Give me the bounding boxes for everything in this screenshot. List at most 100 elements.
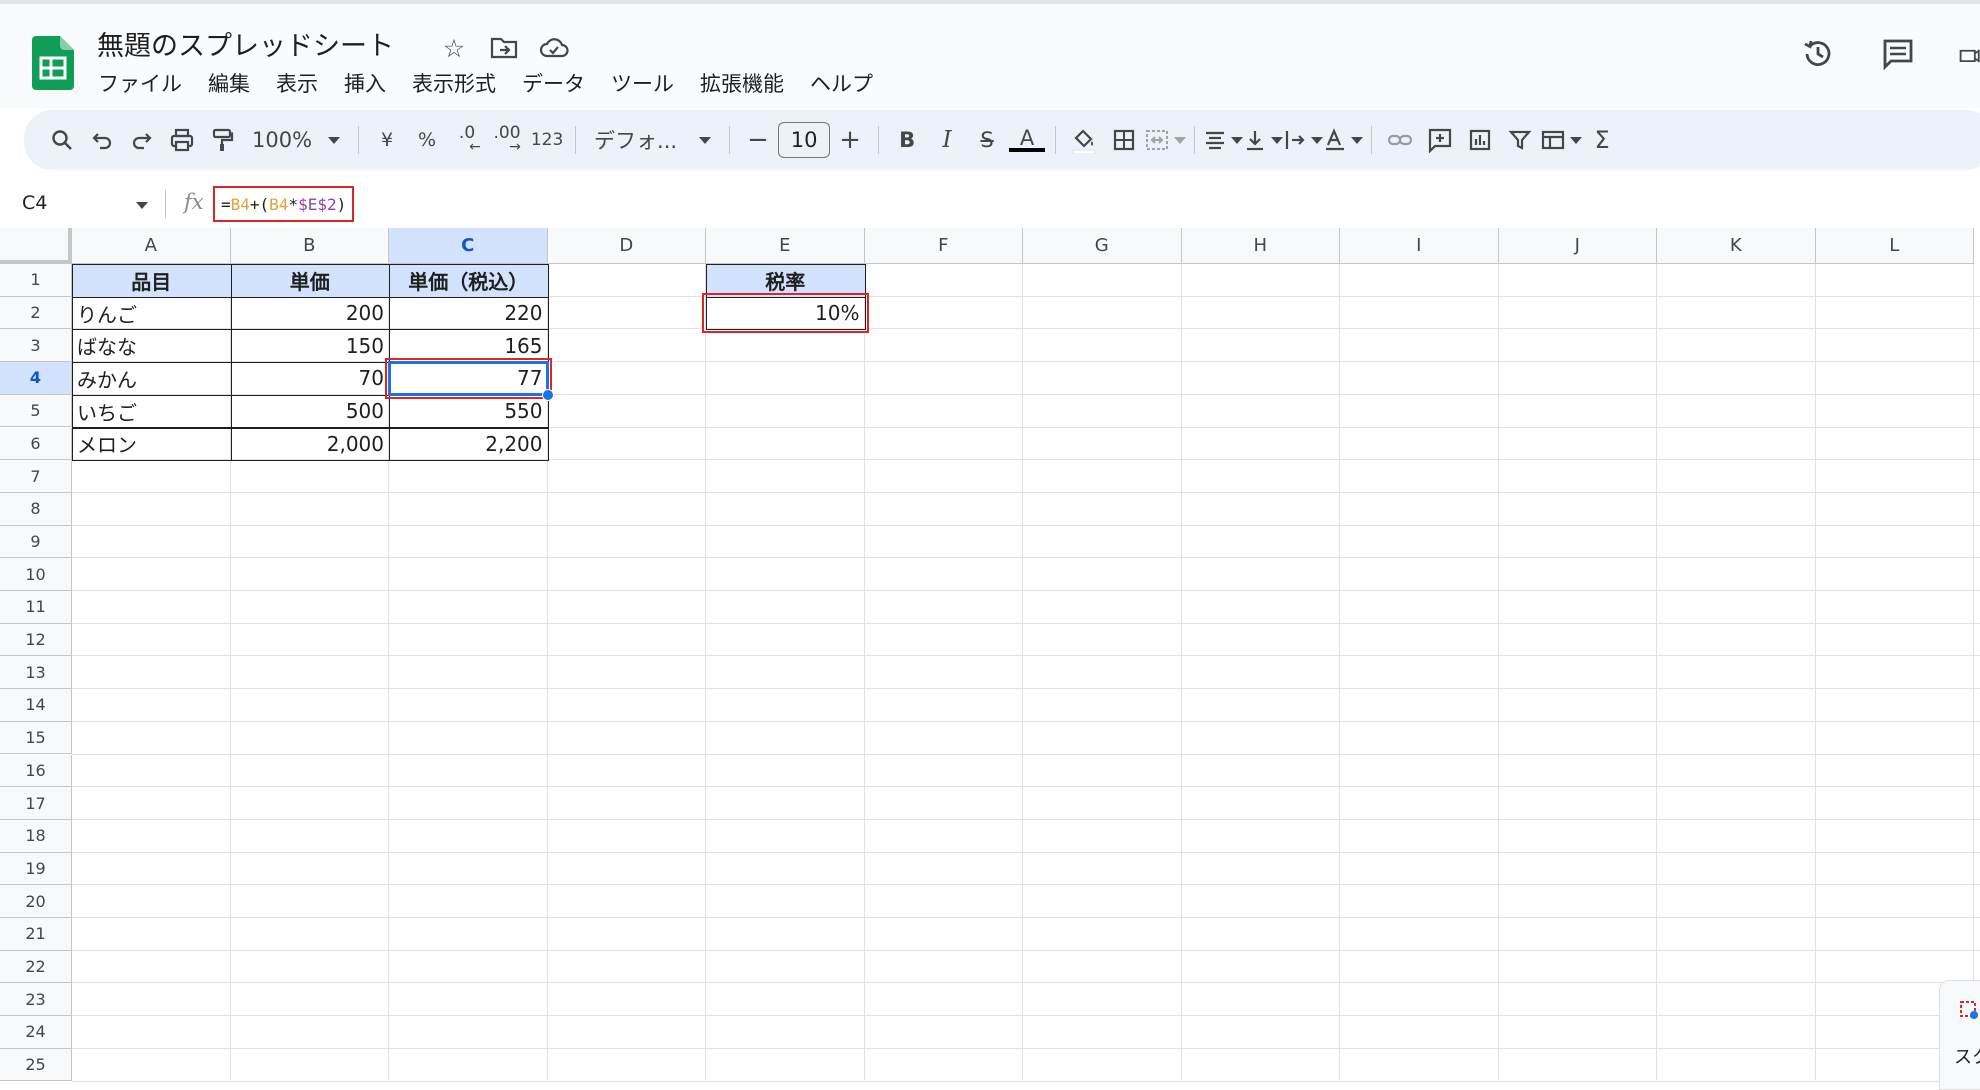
cell-c2[interactable]: 220 [389,297,548,330]
zoom-select[interactable]: 100% [242,121,350,159]
text-wrapping-icon[interactable] [1283,121,1324,159]
cell-b2[interactable]: 200 [231,297,390,330]
cell-e2[interactable]: 10% [706,297,865,330]
column-header-a[interactable]: A [72,228,231,264]
cell-c5[interactable]: 550 [389,395,548,428]
undo-icon[interactable] [82,121,122,159]
insert-link-icon[interactable] [1380,121,1420,159]
insert-comment-icon[interactable] [1420,121,1460,159]
row-header-12[interactable]: 12 [0,623,72,657]
meet-icon[interactable] [1958,34,1980,74]
column-header-l[interactable]: L [1815,228,1974,264]
menu-format[interactable]: 表示形式 [412,68,496,98]
column-header-e[interactable]: E [706,228,865,264]
row-header-6[interactable]: 6 [0,427,72,461]
document-title[interactable]: 無題のスプレッドシート [97,24,394,63]
star-icon[interactable]: ☆ [436,30,472,66]
strikethrough-icon[interactable]: S [967,121,1007,159]
decrease-decimal-button[interactable]: .0 ← [447,121,487,159]
text-color-button[interactable]: A [1007,121,1047,159]
sheets-logo-icon[interactable] [32,36,74,90]
chevron-down-icon[interactable] [136,202,148,209]
increase-font-size-icon[interactable]: + [830,121,870,159]
column-header-d[interactable]: D [547,228,706,264]
cell-c6[interactable]: 2,200 [389,428,548,461]
column-header-c[interactable]: C [389,228,548,264]
menu-edit[interactable]: 編集 [208,68,250,98]
vertical-align-icon[interactable] [1243,121,1284,159]
cell-e1[interactable]: 税率 [706,264,865,297]
more-formats-button[interactable]: 123 [527,121,567,159]
font-select[interactable]: デフォ... [584,121,721,159]
cell-b3[interactable]: 150 [231,329,390,362]
cell-b5[interactable]: 500 [231,395,390,428]
side-panel-tab[interactable]: スク [1939,980,1980,1090]
row-header-8[interactable]: 8 [0,492,72,526]
row-header-17[interactable]: 17 [0,787,72,820]
row-header-13[interactable]: 13 [0,656,72,690]
bold-button[interactable]: B [887,121,927,159]
insert-chart-icon[interactable] [1460,121,1500,159]
filter-icon[interactable] [1500,121,1540,159]
version-history-icon[interactable] [1798,34,1838,74]
cell-a3[interactable]: ばなな [72,329,231,362]
row-header-10[interactable]: 10 [0,558,72,591]
row-header-16[interactable]: 16 [0,754,72,788]
menu-extensions[interactable]: 拡張機能 [700,68,784,98]
borders-icon[interactable] [1104,121,1144,159]
row-header-7[interactable]: 7 [0,460,72,493]
column-header-k[interactable]: K [1657,228,1816,264]
paint-format-icon[interactable] [202,121,242,159]
print-icon[interactable] [162,121,202,159]
column-header-g[interactable]: G [1023,228,1182,264]
cell-a4[interactable]: みかん [72,362,231,395]
redo-icon[interactable] [122,121,162,159]
row-header-2[interactable]: 2 [0,296,72,330]
menu-data[interactable]: データ [522,68,585,98]
italic-button[interactable]: I [927,121,967,159]
row-header-22[interactable]: 22 [0,950,72,984]
row-header-4[interactable]: 4 [0,362,72,395]
decrease-font-size-icon[interactable]: − [738,121,778,159]
row-header-18[interactable]: 18 [0,819,72,853]
increase-decimal-button[interactable]: .00 → [487,121,527,159]
menu-help[interactable]: ヘルプ [810,68,873,98]
menu-view[interactable]: 表示 [276,68,318,98]
name-box[interactable]: C4 [22,192,47,214]
cell-a5[interactable]: いちご [72,395,231,428]
column-header-j[interactable]: J [1498,228,1657,264]
cell-c3[interactable]: 165 [389,329,548,362]
menu-file[interactable]: ファイル [98,68,182,98]
select-all-corner[interactable] [0,228,72,264]
column-header-h[interactable]: H [1181,228,1340,264]
row-header-23[interactable]: 23 [0,983,72,1017]
row-header-25[interactable]: 25 [0,1048,72,1082]
row-header-5[interactable]: 5 [0,394,72,428]
column-header-b[interactable]: B [230,228,389,264]
cell-b1[interactable]: 単価 [230,264,389,297]
column-header-f[interactable]: F [864,228,1023,264]
merge-cells-icon[interactable] [1144,121,1187,159]
menu-insert[interactable]: 挿入 [344,68,386,98]
row-header-9[interactable]: 9 [0,525,72,559]
cell-a1[interactable]: 品目 [72,264,231,297]
row-header-3[interactable]: 3 [0,329,72,363]
fill-handle[interactable] [541,388,554,401]
cell-b6[interactable]: 2,000 [231,428,390,461]
move-folder-icon[interactable] [486,30,522,66]
search-menus-icon[interactable] [42,121,82,159]
row-header-20[interactable]: 20 [0,885,72,918]
cloud-status-icon[interactable] [536,30,572,66]
percent-format-button[interactable]: % [407,121,447,159]
row-header-1[interactable]: 1 [0,264,72,297]
row-header-11[interactable]: 11 [0,591,72,624]
formula-input[interactable]: = B4 +( B4 * $E$2 ) [213,186,355,222]
row-header-14[interactable]: 14 [0,689,72,722]
row-header-21[interactable]: 21 [0,918,72,951]
cell-c1[interactable]: 単価（税込） [389,264,548,297]
fill-color-icon[interactable] [1064,121,1104,159]
cell-a2[interactable]: りんご [72,297,231,330]
text-rotation-icon[interactable] [1323,121,1364,159]
menu-tools[interactable]: ツール [611,68,674,98]
column-header-i[interactable]: I [1340,228,1499,264]
